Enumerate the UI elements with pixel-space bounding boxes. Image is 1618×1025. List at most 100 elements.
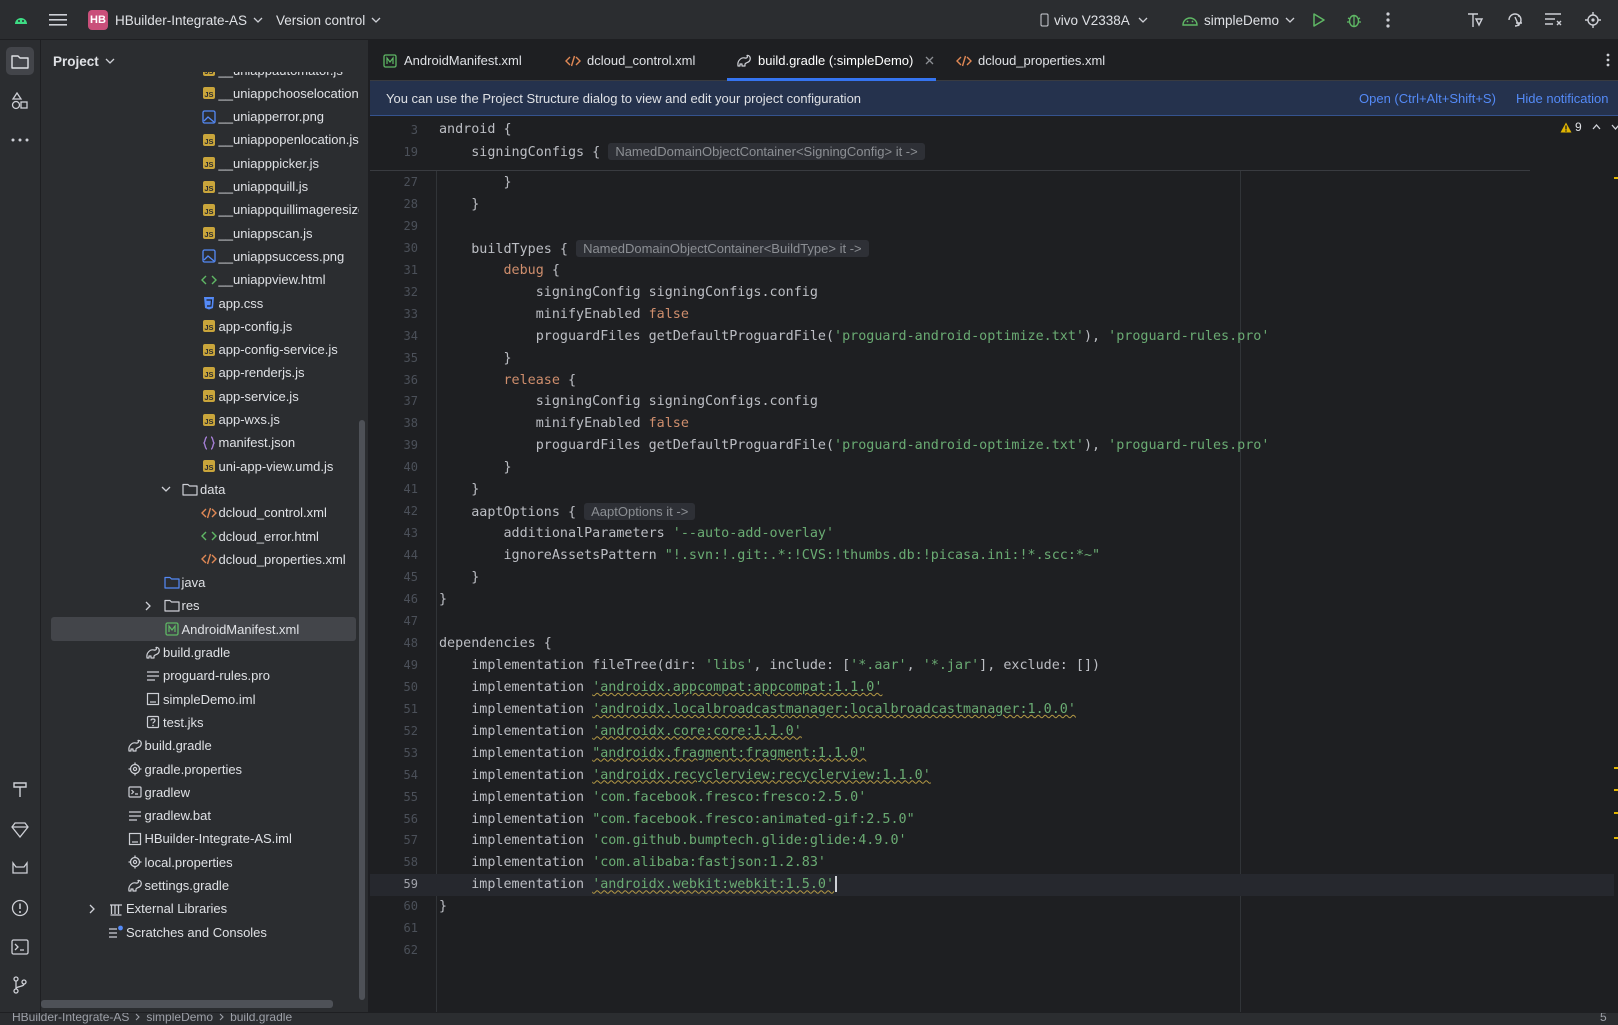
tree-item[interactable]: proguard-rules.pro [41,664,359,688]
run-config-selector[interactable]: simpleDemo [1182,9,1295,31]
more-actions-icon[interactable] [1378,10,1398,30]
tree-item[interactable]: JS app-renderjs.js [41,361,359,385]
code-line[interactable]: } [439,479,479,501]
breadcrumb-item[interactable]: HBuilder-Integrate-AS [12,1013,129,1024]
more-tools-button[interactable] [6,126,34,154]
resource-manager-button[interactable] [6,87,34,115]
code-line[interactable]: aaptOptions { AaptOptions it -> [439,501,696,523]
tab-androidmanifest-xml[interactable]: AndroidManifest.xml [382,40,522,81]
tree-item[interactable]: simpleDemo.iml [41,687,359,711]
main-menu-icon[interactable] [48,10,68,30]
run-icon[interactable] [1309,10,1329,30]
warning-marker[interactable] [1614,789,1618,791]
tree-item[interactable]: settings.gradle [41,874,359,898]
logcat-button[interactable] [6,855,34,883]
tree-item[interactable]: JS app-wxs.js [41,408,359,432]
tree-item[interactable]: gradlew [41,780,359,804]
code-line[interactable]: implementation 'com.alibaba:fastjson:1.2… [439,852,826,874]
code-line[interactable]: implementation 'androidx.webkit:webkit:1… [439,874,838,896]
tree-item[interactable]: JS app-service.js [41,384,359,408]
code-line[interactable]: implementation "com.facebook.fresco:anim… [439,809,914,831]
app-quality-button[interactable] [6,816,34,844]
tree-item[interactable]: JS__uniappquillimageresize.js [41,198,359,222]
tree-item[interactable]: AndroidManifest.xml [51,617,356,642]
tree-item[interactable]: JS __uniappquill.js [41,175,359,199]
code-line[interactable]: proguardFiles getDefaultProguardFile('pr… [439,326,1270,348]
code-line[interactable]: implementation fileTree(dir: 'libs', inc… [439,655,1100,677]
chevron-right-icon[interactable] [86,904,98,914]
vertical-scrollbar[interactable] [359,420,365,1000]
code-line[interactable]: implementation 'androidx.appcompat:appco… [439,677,882,699]
translate-icon[interactable] [1504,9,1526,31]
code-line[interactable]: } [439,172,511,194]
tree-item[interactable]: data [41,477,359,501]
horizontal-scrollbar[interactable] [41,1000,333,1008]
tree-item[interactable]: JS app-config.js [41,314,359,338]
code-line[interactable]: implementation 'androidx.localbroadcastm… [439,699,1076,721]
code-line[interactable]: ignoreAssetsPattern "!.svn:!.git:.*:!CVS… [439,545,1100,567]
tree-item[interactable]: test.jks [41,710,359,734]
problems-button[interactable] [6,894,34,922]
code-line[interactable]: buildTypes { NamedDomainObjectContainer<… [439,238,869,260]
tree-item[interactable]: build.gradle [41,641,359,665]
chevron-up-icon[interactable] [1592,124,1601,130]
code-line[interactable]: release { [439,370,577,392]
debug-icon[interactable] [1344,10,1364,30]
tree-item[interactable]: HBuilder-Integrate-AS.iml [41,827,359,851]
code-line[interactable]: signingConfig signingConfigs.config [439,391,818,413]
terminal-button[interactable] [6,933,34,961]
code-line[interactable]: implementation "androidx.fragment:fragme… [439,743,866,765]
tab-build-gradle[interactable]: build.gradle (:simpleDemo) [736,40,934,81]
tree-item[interactable]: Scratches and Consoles [41,920,359,944]
tree-item[interactable]: dcloud_properties.xml [41,547,359,571]
android-studio-icon[interactable] [12,11,30,29]
code-line[interactable]: implementation 'com.facebook.fresco:fres… [439,787,866,809]
code-line[interactable]: minifyEnabled false [439,413,689,435]
close-icon[interactable] [925,56,934,65]
code-line[interactable]: minifyEnabled false [439,304,689,326]
version-control-button[interactable] [6,971,34,999]
project-panel-header[interactable]: Project [53,50,115,72]
tree-item[interactable]: JS __uniappopenlocation.js [41,128,359,152]
tree-item[interactable]: res [41,594,359,618]
device-selector[interactable]: vivo V2338A [1040,9,1148,31]
code-line[interactable]: debug { [439,260,560,282]
project-tool-button[interactable] [6,47,34,75]
code-line[interactable]: implementation 'com.github.bumptech.glid… [439,830,906,852]
tree-item[interactable]: JS uni-app-view.umd.js [41,454,359,478]
tree-item[interactable]: __uniapperror.png [41,105,359,129]
gemini-icon[interactable] [1464,9,1486,31]
device-manager-icon[interactable] [1542,9,1564,31]
warning-marker[interactable] [1614,767,1618,769]
code-line[interactable]: dependencies { [439,633,552,655]
code-line[interactable]: } [439,457,511,479]
code-line[interactable]: } [439,567,479,589]
code-line[interactable]: additionalParameters '--auto-add-overlay… [439,523,834,545]
code-line[interactable]: } [439,348,511,370]
warning-marker[interactable] [1614,177,1618,179]
tab-dcloud-properties-xml[interactable]: dcloud_properties.xml [956,40,1105,81]
tree-item[interactable]: java [41,571,359,595]
tree-item[interactable]: gradlew.bat [41,804,359,828]
tree-item[interactable]: build.gradle [41,734,359,758]
inspection-widget[interactable]: 9 [1560,120,1618,134]
tab-dcloud-control-xml[interactable]: dcloud_control.xml [565,40,695,81]
code-line[interactable]: } [439,194,479,216]
hide-notification-link[interactable]: Hide notification [1516,91,1609,106]
tree-item[interactable]: JS __uniappscan.js [41,221,359,245]
code-line[interactable]: signingConfig signingConfigs.config [439,282,818,304]
breadcrumb-item[interactable]: simpleDemo [146,1013,213,1024]
chevron-down-icon[interactable] [160,486,172,493]
project-selector[interactable]: HB HBuilder-Integrate-AS [88,9,263,31]
tree-item[interactable]: dcloud_error.html [41,524,359,548]
tree-item[interactable]: dcloud_control.xml [41,501,359,525]
bug-settings-icon[interactable] [1582,9,1604,31]
tree-item[interactable]: __uniappview.html [41,268,359,292]
tree-item[interactable]: JS __uniappchooselocation.js [41,81,359,105]
sticky-line[interactable]: signingConfigs { NamedDomainObjectContai… [439,141,925,164]
chevron-right-icon[interactable] [142,601,154,611]
tree-item[interactable]: JS __uniapppicker.js [41,151,359,175]
warning-marker[interactable] [1614,812,1618,814]
open-project-structure-link[interactable]: Open (Ctrl+Alt+Shift+S) [1359,91,1496,106]
tree-item[interactable]: __uniappsuccess.png [41,244,359,268]
